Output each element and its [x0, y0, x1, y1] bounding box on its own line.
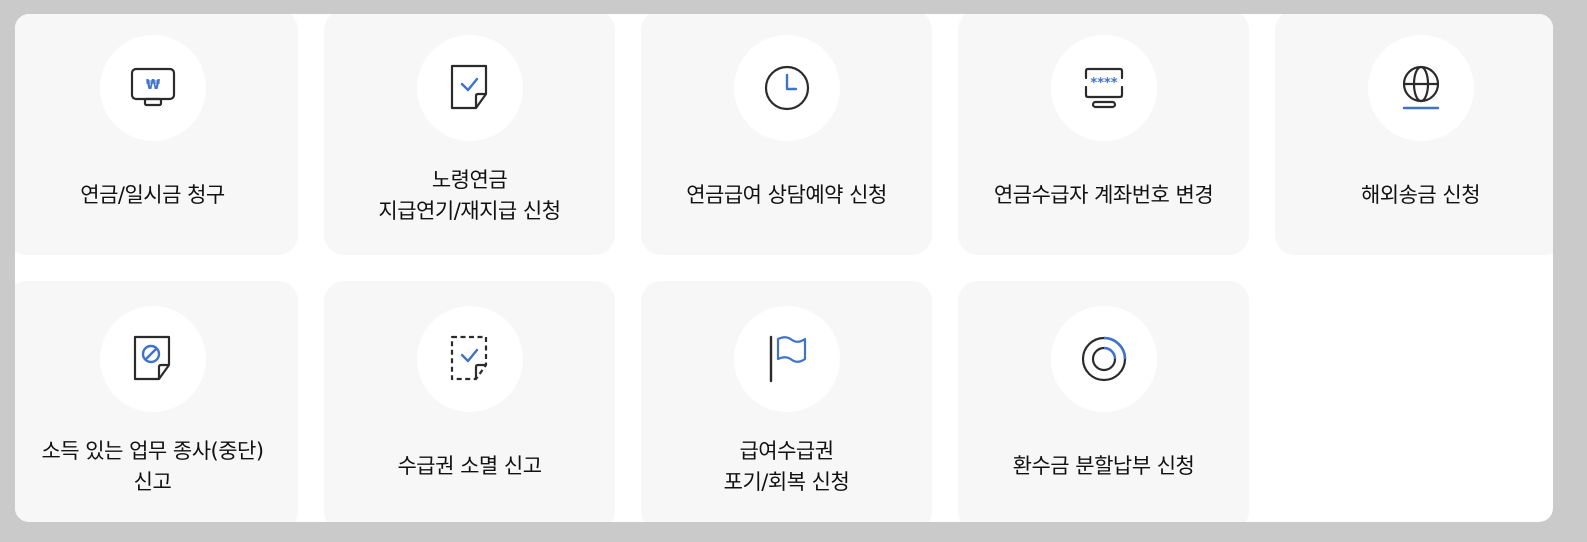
globe-icon — [1402, 65, 1439, 110]
icon-circle — [1367, 35, 1474, 141]
document-check-icon — [450, 64, 487, 110]
icon-circle: ₩ — [99, 35, 206, 141]
icon-circle: **** — [1050, 35, 1157, 141]
card-income-work-report[interactable]: 소득 있는 업무 종사(중단) 신고 — [15, 281, 298, 522]
card-account-number-change[interactable]: **** 연금수급자 계좌번호 변경 — [958, 14, 1249, 255]
card-label: 수급권 소멸 신고 — [397, 454, 542, 478]
document-prohibited-icon — [133, 335, 170, 381]
monitor-won-icon: ₩ — [130, 67, 175, 107]
card-pension-lumpsum-claim[interactable]: ₩ 연금/일시금 청구 — [15, 14, 298, 255]
card-label: 환수금 분할납부 신청 — [1012, 454, 1195, 478]
icon-circle — [1050, 306, 1157, 412]
password-monitor-icon: **** — [1084, 67, 1123, 109]
clock-icon — [764, 65, 809, 111]
dashed-document-check-icon — [450, 335, 487, 381]
card-refund-installment[interactable]: 환수금 분할납부 신청 — [958, 281, 1249, 522]
card-label: 연금/일시금 청구 — [80, 183, 225, 207]
card-benefit-waiver-restore[interactable]: 급여수급권 포기/회복 신청 — [641, 281, 932, 522]
icon-circle — [416, 35, 523, 141]
card-consultation-reservation[interactable]: 연금급여 상담예약 신청 — [641, 14, 932, 255]
card-label: 노령연금 지급연기/재지급 신청 — [378, 168, 561, 223]
refund-circle-icon — [1081, 336, 1126, 382]
icon-circle — [99, 306, 206, 412]
card-label: 소득 있는 업무 종사(중단) 신고 — [41, 439, 264, 494]
icon-circle — [733, 35, 840, 141]
icon-circle — [416, 306, 523, 412]
card-label: 해외송금 신청 — [1360, 183, 1481, 207]
card-label: 연금급여 상담예약 신청 — [686, 183, 887, 207]
card-overseas-remittance[interactable]: 해외송금 신청 — [1275, 14, 1553, 255]
service-grid: ₩ 연금/일시금 청구 노령연금 지급연기/재지급 신청 연금급여 상담예약 신… — [15, 14, 1553, 522]
card-label: 급여수급권 포기/회복 신청 — [723, 439, 850, 494]
svg-text:****: **** — [1090, 76, 1117, 91]
card-entitlement-extinction-report[interactable]: 수급권 소멸 신고 — [324, 281, 615, 522]
icon-circle — [733, 306, 840, 412]
card-old-age-pension-deferral[interactable]: 노령연금 지급연기/재지급 신청 — [324, 14, 615, 255]
flag-icon — [769, 335, 806, 383]
svg-text:₩: ₩ — [145, 78, 160, 93]
card-label: 연금수급자 계좌번호 변경 — [993, 183, 1214, 207]
